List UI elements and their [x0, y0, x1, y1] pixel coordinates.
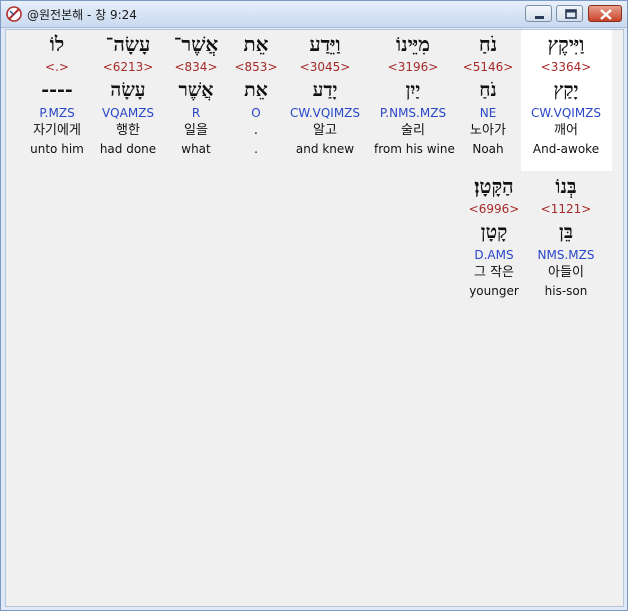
word-column[interactable]: וַיִּיקֶץ <3364> יָקַץ CW.VQIMZS 깨어 And-… [527, 30, 605, 158]
morphology: CW.VQIMZS [530, 106, 602, 120]
english-gloss: unto him [30, 142, 84, 156]
hebrew-word: עָשָׂה־ [105, 32, 151, 56]
morphology: NE [479, 106, 497, 120]
hebrew-word: אֲשֶׁר־ [173, 32, 219, 56]
word-column[interactable]: לוֹ <.> ---- P.MZS 자기에게 unto him [18, 30, 96, 158]
hebrew-lemma: בֵּן [559, 221, 573, 243]
english-gloss: And-awoke [532, 142, 600, 156]
morphology: D.AMS [474, 248, 514, 262]
app-window: @원전본해 - 창 9:24 וַיִּיקֶץ <3364> יָקַץ CW… [0, 0, 628, 611]
korean-gloss: 아들이 [548, 265, 584, 280]
strong-number[interactable]: <6996> [455, 200, 533, 218]
strong-number[interactable]: <6213> [89, 58, 167, 76]
strong-number[interactable]: <1121> [527, 200, 605, 218]
close-icon [600, 9, 612, 20]
hebrew-lemma: קָטָן [480, 221, 508, 243]
morphology: NMS.MZS [537, 248, 595, 262]
strong-number[interactable]: <.> [18, 58, 96, 76]
hebrew-word: בְּנוֹ [555, 174, 577, 198]
word-column[interactable]: וַיֵּדַע <3045> יָדַע CW.VQIMZS 알고 and k… [286, 30, 364, 158]
english-gloss: Noah [472, 142, 504, 156]
window-title: @원전본해 - 창 9:24 [27, 8, 137, 22]
hebrew-word: וַיֵּדַע [309, 32, 341, 56]
word-column[interactable]: אֲשֶׁר־ <834> אֲשֶׁר R 일을 what [157, 30, 235, 158]
english-gloss: his-son [544, 284, 588, 298]
strong-number[interactable]: <3045> [286, 58, 364, 76]
morphology: P.MZS [39, 106, 75, 120]
strong-number[interactable]: <3364> [527, 58, 605, 76]
hebrew-word: וַיִּיקֶץ [547, 32, 585, 56]
morphology: VQAMZS [101, 106, 155, 120]
morphology: R [191, 106, 201, 120]
korean-gloss: 알고 [313, 123, 337, 138]
hebrew-lemma: נֹחַ [479, 79, 497, 101]
english-gloss: younger [469, 284, 519, 298]
strong-number[interactable]: <5146> [449, 58, 527, 76]
word-column[interactable]: עָשָׂה־ <6213> עָשָׂה VQAMZS 행한 had done [89, 30, 167, 158]
hebrew-lemma: אֲשֶׁר [178, 79, 214, 101]
english-gloss: what [181, 142, 211, 156]
korean-gloss: 일을 [184, 123, 208, 138]
hebrew-lemma: עָשָׂה [110, 79, 146, 101]
strong-number[interactable]: <3196> [374, 58, 452, 76]
minimize-icon [535, 16, 544, 19]
korean-gloss: 그 작은 [473, 265, 514, 280]
hebrew-lemma: יָקַץ [553, 79, 579, 101]
hebrew-word: הַקָּטָן׃ [474, 174, 514, 198]
word-column[interactable]: נֹחַ <5146> נֹחַ NE 노아가 Noah [449, 30, 527, 158]
word-column[interactable]: מִיֵּינוֹ <3196> יַיִן P.NMS.MZS 술리 from… [374, 30, 455, 158]
korean-gloss: 술리 [401, 123, 425, 138]
korean-gloss: 행한 [116, 123, 140, 138]
maximize-button[interactable] [556, 5, 583, 22]
english-gloss: from his wine [374, 142, 455, 156]
korean-gloss: 깨어 [554, 123, 578, 138]
hebrew-word: נֹחַ [478, 32, 498, 56]
morphology: CW.VQIMZS [289, 106, 361, 120]
hebrew-lemma: יַיִן [405, 79, 421, 101]
strong-number[interactable]: <834> [157, 58, 235, 76]
word-column[interactable]: הַקָּטָן׃ <6996> קָטָן D.AMS 그 작은 younge… [455, 172, 533, 300]
word-column[interactable]: בְּנוֹ <1121> בֵּן NMS.MZS 아들이 his-son [527, 172, 605, 300]
close-button[interactable] [588, 5, 622, 22]
hebrew-word: לוֹ [49, 32, 65, 56]
korean-gloss: 노아가 [470, 123, 506, 138]
english-gloss: had done [99, 142, 157, 156]
maximize-icon [565, 9, 577, 19]
app-icon [5, 5, 23, 23]
interlinear-panel[interactable]: וַיִּיקֶץ <3364> יָקַץ CW.VQIMZS 깨어 And-… [5, 29, 624, 607]
morphology: P.NMS.MZS [379, 106, 447, 120]
english-gloss: and knew [295, 142, 355, 156]
hebrew-lemma: יָדַע [312, 79, 338, 101]
minimize-button[interactable] [525, 5, 552, 22]
hebrew-word: מִיֵּינוֹ [396, 32, 430, 56]
korean-gloss: 자기에게 [33, 123, 81, 138]
hebrew-lemma: ---- [41, 79, 73, 101]
title-bar[interactable]: @원전본해 - 창 9:24 [1, 1, 627, 28]
